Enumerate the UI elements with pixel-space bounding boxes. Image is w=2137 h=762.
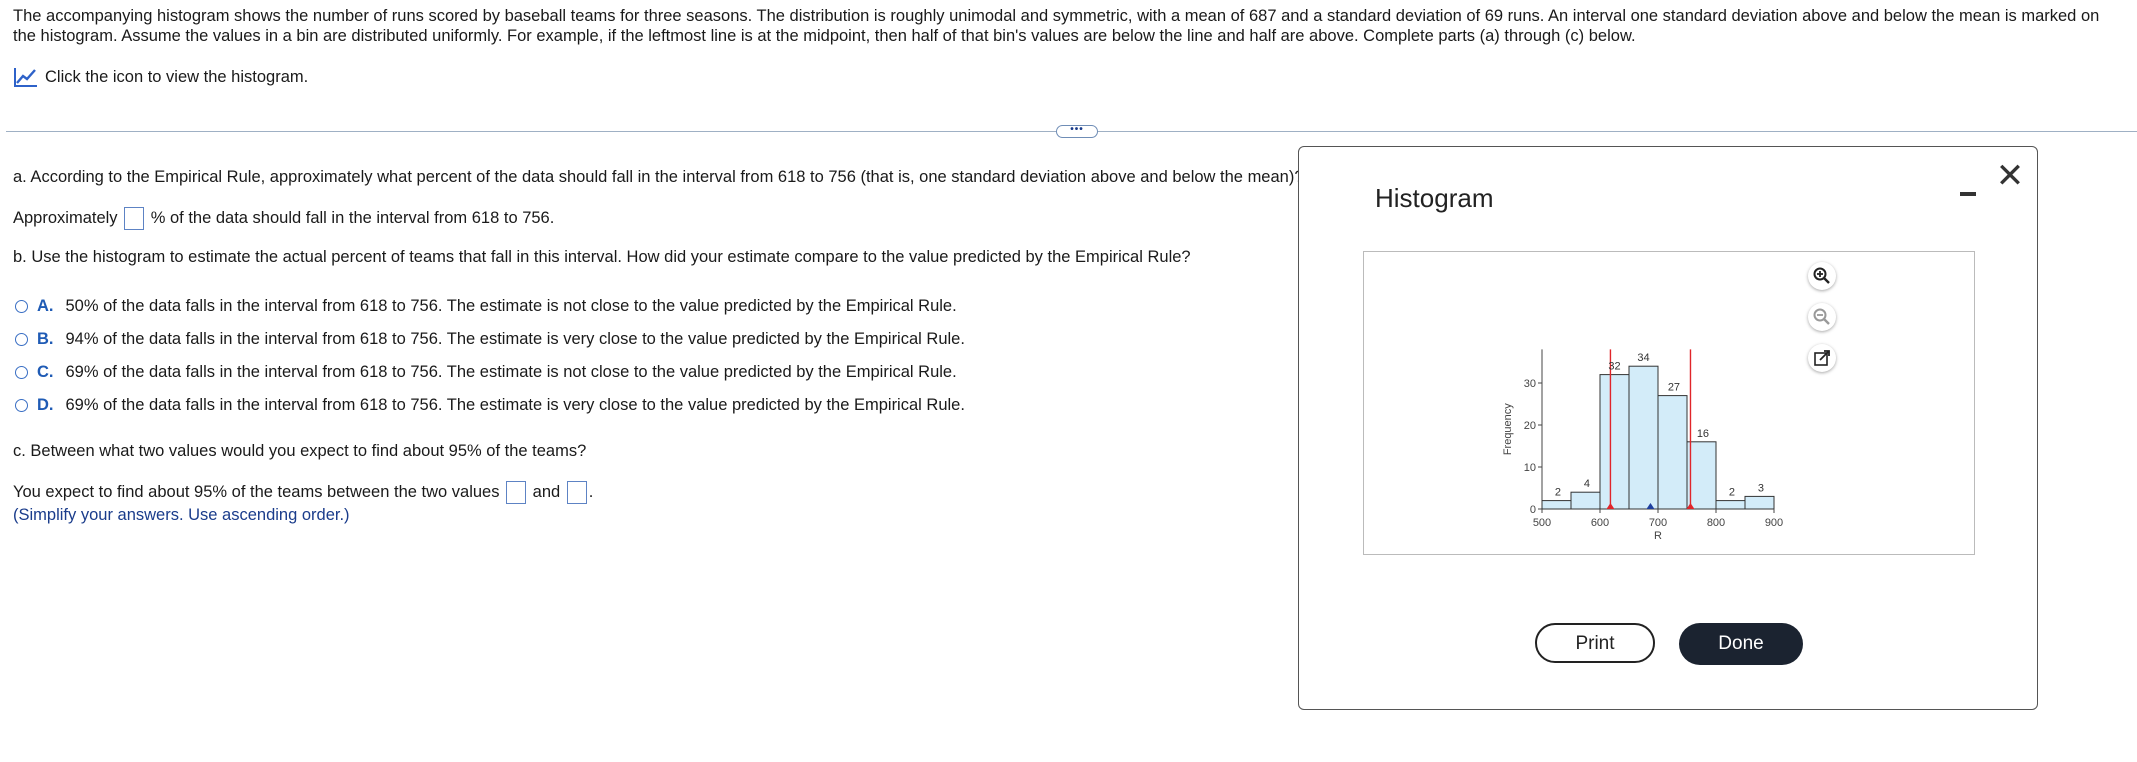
bar-value-label: 16 xyxy=(1697,428,1709,440)
x-tick-label: 500 xyxy=(1533,517,1551,529)
choice-a-text: 50% of the data falls in the interval fr… xyxy=(65,297,957,315)
choice-a[interactable]: A. 50% of the data falls in the interval… xyxy=(15,297,957,316)
print-button[interactable]: Print xyxy=(1535,623,1655,663)
question-c: c. Between what two values would you exp… xyxy=(13,442,587,460)
radio-d[interactable] xyxy=(15,399,28,412)
answer-c-row: You expect to find about 95% of the team… xyxy=(13,481,593,504)
y-tick-label: 10 xyxy=(1524,462,1536,474)
bar-value-label: 27 xyxy=(1668,382,1680,394)
y-axis-label: Frequency xyxy=(1502,403,1514,455)
minimize-button[interactable] xyxy=(1958,181,1978,201)
view-histogram-label[interactable]: Click the icon to view the histogram. xyxy=(45,68,308,87)
histogram-bar xyxy=(1541,500,1572,510)
bar-value-label: 3 xyxy=(1758,482,1764,494)
choice-a-letter: A. xyxy=(37,297,54,315)
histogram-figure: 0 10 20 30 500 600 700 800 900 R Frequency 2 4 32 34 27… xyxy=(1363,251,1975,555)
histogram-bar xyxy=(1744,495,1775,510)
histogram-bar xyxy=(1599,374,1630,510)
answer-c-and: and xyxy=(532,482,561,501)
choice-d[interactable]: D. 69% of the data falls in the interval… xyxy=(15,396,965,415)
choice-d-text: 69% of the data falls in the interval fr… xyxy=(65,396,965,414)
view-histogram-link[interactable]: Click the icon to view the histogram. xyxy=(13,66,308,88)
y-tick-label: 0 xyxy=(1530,504,1536,516)
radio-c[interactable] xyxy=(15,366,28,379)
done-button[interactable]: Done xyxy=(1679,623,1803,665)
open-new-window-button[interactable] xyxy=(1808,344,1836,372)
histogram-chart: 0102030500 600 700 800 900RFrequency24323427… xyxy=(1502,349,1783,542)
histogram-bar xyxy=(1715,500,1746,510)
x-tick-label: 700 xyxy=(1649,517,1667,529)
close-button[interactable]: ✕ xyxy=(1995,159,2025,193)
external-link-icon xyxy=(1814,350,1830,366)
choice-c[interactable]: C. 69% of the data falls in the interval… xyxy=(15,363,957,382)
radio-a[interactable] xyxy=(15,300,28,313)
bar-value-label: 32 xyxy=(1608,361,1620,373)
answer-c-input-1[interactable] xyxy=(506,481,527,504)
bar-value-label: 34 xyxy=(1637,352,1649,364)
choice-b-letter: B. xyxy=(37,330,54,348)
question-b: b. Use the histogram to estimate the act… xyxy=(13,248,1191,266)
chart-icon xyxy=(14,68,37,87)
question-a: a. According to the Empirical Rule, appr… xyxy=(13,168,1304,186)
histogram-bar xyxy=(1686,441,1717,510)
radio-b[interactable] xyxy=(15,333,28,346)
choice-c-letter: C. xyxy=(37,363,54,381)
choice-b-text: 94% of the data falls in the interval fr… xyxy=(65,330,965,348)
dialog-title: Histogram xyxy=(1375,183,1494,213)
zoom-in-icon xyxy=(1813,267,1830,284)
histogram-bar xyxy=(1570,491,1601,510)
x-axis-label: R xyxy=(1654,530,1662,542)
choice-b[interactable]: B. 94% of the data falls in the interval… xyxy=(15,330,965,349)
answer-c-pre: You expect to find about 95% of the team… xyxy=(13,482,500,501)
histogram-bar xyxy=(1657,395,1688,510)
choice-d-letter: D. xyxy=(37,396,54,414)
choice-c-text: 69% of the data falls in the interval fr… xyxy=(65,363,957,381)
answer-a-post: % of the data should fall in the interva… xyxy=(150,208,555,227)
answer-c-input-2[interactable] xyxy=(566,481,587,504)
answer-hint: (Simplify your answers. Use ascending or… xyxy=(13,506,350,524)
x-tick-label: 600 xyxy=(1591,517,1609,529)
answer-c-end: . xyxy=(588,482,594,501)
x-tick-label: 800 xyxy=(1707,517,1725,529)
histogram-bar xyxy=(1628,365,1659,510)
y-tick-label: 30 xyxy=(1524,378,1536,390)
zoom-out-button[interactable] xyxy=(1808,303,1836,331)
intro-text: The accompanying histogram shows the num… xyxy=(13,7,2100,45)
answer-a-pre: Approximately xyxy=(13,208,118,227)
zoom-out-icon xyxy=(1813,308,1830,325)
y-tick-label: 20 xyxy=(1524,420,1536,432)
expand-button[interactable]: ••• xyxy=(1056,125,1098,138)
bar-value-label: 2 xyxy=(1555,487,1561,499)
x-tick-label: 900 xyxy=(1765,517,1783,529)
answer-a-input[interactable] xyxy=(124,207,145,230)
bar-value-label: 4 xyxy=(1584,478,1590,490)
histogram-dialog: Histogram ✕ 0 10 20 30 500 600 700 800 900 R Frequ… xyxy=(1298,146,2038,710)
bar-value-label: 2 xyxy=(1729,487,1735,499)
answer-a-row: Approximately % of the data should fall … xyxy=(13,207,554,230)
zoom-in-button[interactable] xyxy=(1808,262,1836,290)
